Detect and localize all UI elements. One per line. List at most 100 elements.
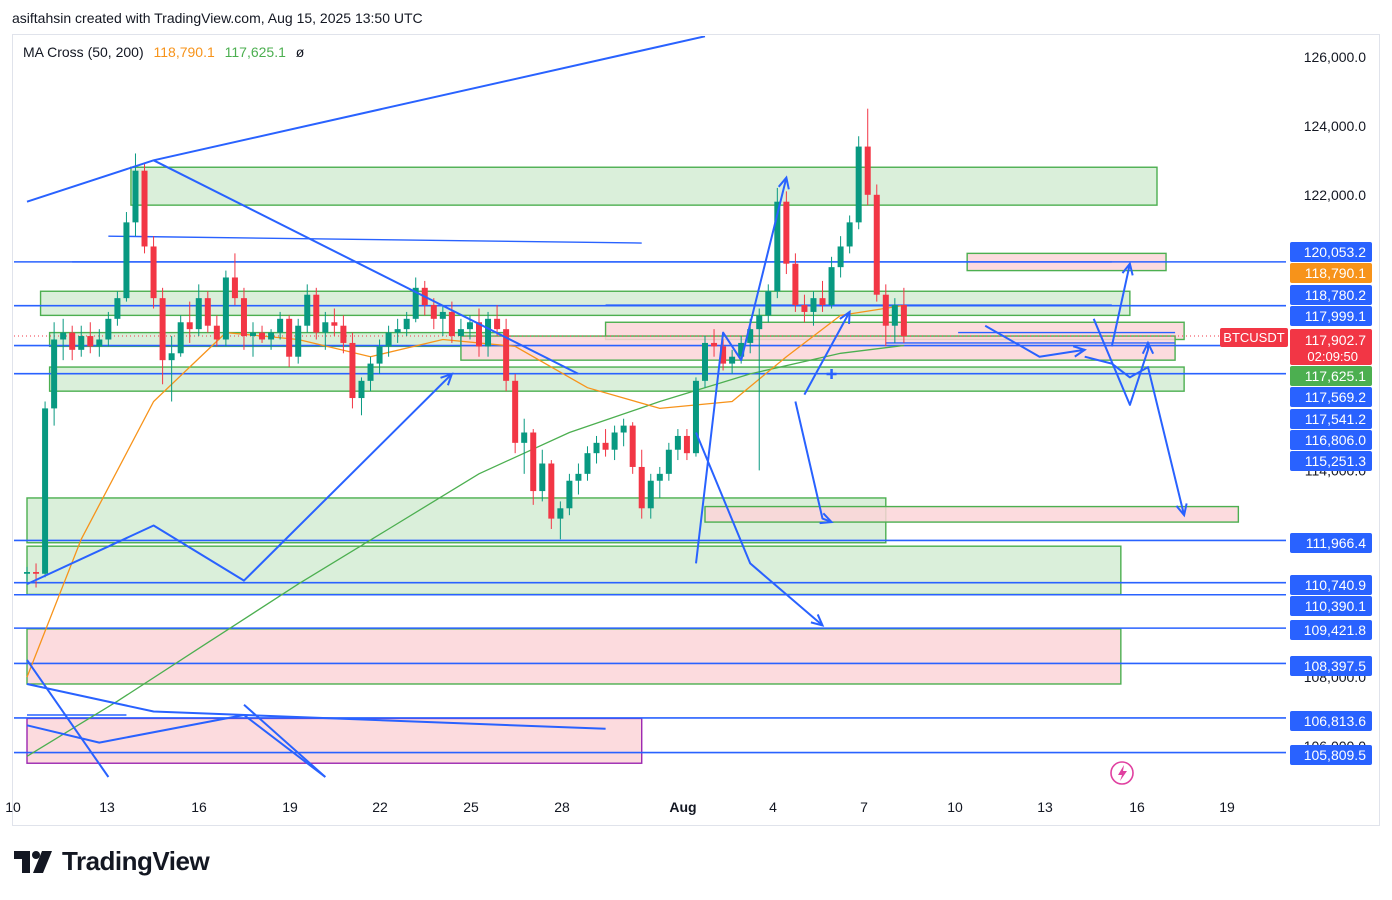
zone-box <box>460 335 1176 361</box>
candle-body <box>114 298 121 319</box>
candle-body <box>575 473 582 481</box>
price-level-label: 108,397.5 <box>1304 658 1366 674</box>
price-level-label: 117,625.1 <box>1305 368 1366 384</box>
indicator-legend[interactable]: MA Cross (50, 200) 118,790.1 117,625.1 ø <box>23 44 310 60</box>
candle-body <box>702 342 708 381</box>
candle-body <box>466 322 473 330</box>
candle-body <box>295 325 302 357</box>
candle-body <box>810 298 817 312</box>
candle-body <box>638 466 645 509</box>
zone-box <box>130 166 1158 206</box>
zone-box <box>39 290 1131 317</box>
candle-body <box>882 294 889 326</box>
price-level-label: 117,569.2 <box>1305 389 1366 405</box>
candle-body <box>891 305 898 326</box>
x-axis[interactable]: 10 13 16 19 22 25 28 Aug 4 7 10 13 16 19 <box>5 799 1235 815</box>
candle-body <box>141 170 148 247</box>
y-tick-label: 126,000.0 <box>1304 49 1366 65</box>
x-tick-label: 13 <box>1037 799 1053 815</box>
tradingview-logo[interactable]: TradingView <box>14 846 210 877</box>
candle-body <box>548 463 555 519</box>
candle-body <box>611 432 618 450</box>
candle-body <box>250 332 256 337</box>
candle-body <box>213 325 220 340</box>
candle-body <box>530 432 537 492</box>
price-level-label: 116,806.0 <box>1305 432 1366 448</box>
candle-body <box>105 318 112 340</box>
candle-body <box>855 146 862 223</box>
candle-body <box>78 336 85 350</box>
candle-body <box>51 339 58 409</box>
candle-body <box>430 305 437 319</box>
candle-body <box>521 432 528 443</box>
price-level-label: 109,421.8 <box>1304 622 1366 638</box>
price-level-label: 117,541.2 <box>1305 411 1366 427</box>
candle-body <box>268 332 275 340</box>
candle-body <box>367 363 374 381</box>
x-tick-label: 10 <box>947 799 963 815</box>
price-level-label: 118,790.1 <box>1305 265 1366 281</box>
tradingview-wordmark: TradingView <box>62 846 210 876</box>
current-price-value: 117,902.7 <box>1305 332 1366 348</box>
bar-countdown: 02:09:50 <box>1307 349 1358 364</box>
candle-body <box>900 305 907 337</box>
candle-body <box>222 277 229 340</box>
price-level-label: 110,740.9 <box>1305 577 1366 593</box>
price-level-label: 110,390.1 <box>1305 598 1366 614</box>
symbol-tag: BTCUSDT <box>1223 330 1284 345</box>
candle-body <box>60 332 67 340</box>
zone-box <box>704 505 1240 523</box>
candle-body <box>837 246 844 268</box>
zone-box <box>48 331 507 348</box>
candle-body <box>711 342 718 347</box>
zone-box <box>26 545 1122 596</box>
candle-body <box>132 170 139 223</box>
candle-body <box>494 318 501 330</box>
price-labels-layer: 120,053.2 118,790.1 118,780.2 117,999.1 117,… <box>1220 242 1372 765</box>
lightning-icon[interactable] <box>1110 761 1134 785</box>
zone-box <box>26 628 1122 685</box>
candle-body <box>322 322 329 333</box>
candle-body <box>828 267 835 306</box>
price-level-label: 111,966.4 <box>1306 535 1366 551</box>
candle-body <box>756 315 763 330</box>
price-level-label: 118,780.2 <box>1305 287 1366 303</box>
candle-body <box>792 263 799 306</box>
candle-body <box>385 332 392 347</box>
tradingview-logo-icon <box>14 850 52 873</box>
misc-layer <box>1110 761 1134 785</box>
zone-box <box>26 717 643 764</box>
candle-body <box>674 435 681 450</box>
candle-body <box>846 222 853 247</box>
x-tick-label: Aug <box>669 799 696 815</box>
x-tick-label: 28 <box>554 799 570 815</box>
ma50-line <box>26 304 905 678</box>
y-tick-label: 124,000.0 <box>1304 118 1366 134</box>
candle-body <box>647 480 654 509</box>
candle-body <box>566 480 573 509</box>
price-level-label: 117,999.1 <box>1305 308 1366 324</box>
candle-body <box>195 298 202 330</box>
candle-body <box>277 318 284 333</box>
price-level-label: 120,053.2 <box>1304 244 1366 260</box>
x-tick-label: 22 <box>372 799 388 815</box>
candle-body <box>87 336 94 347</box>
candle-body <box>439 311 446 319</box>
candle-body <box>123 222 130 299</box>
candle-body <box>313 294 320 333</box>
candle-body <box>177 322 184 354</box>
candle-body <box>629 425 636 467</box>
legend-ma50-value: 118,790.1 <box>153 44 215 60</box>
candle-body <box>692 380 699 454</box>
candle-body <box>457 329 464 337</box>
legend-extra: ø <box>295 44 305 60</box>
candle-body <box>42 408 49 574</box>
price-chart[interactable]: 126,000.0124,000.0122,000.0114,000.0108,… <box>0 0 1392 900</box>
candle-body <box>602 442 609 450</box>
level-segment <box>108 235 642 244</box>
candle-body <box>376 346 383 364</box>
candle-body <box>864 146 871 195</box>
candle-body <box>593 442 600 454</box>
candle-body <box>240 298 247 337</box>
candle-body <box>873 194 880 295</box>
